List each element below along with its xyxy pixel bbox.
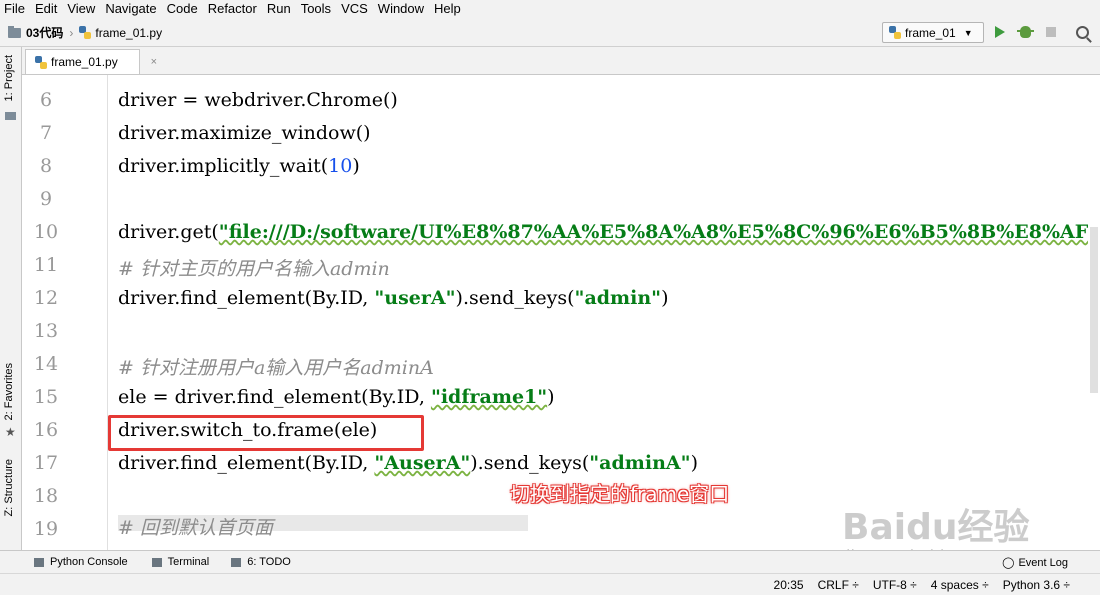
project-icon <box>5 112 16 120</box>
menu-run[interactable]: Run <box>262 0 296 18</box>
debug-button[interactable] <box>1016 24 1034 40</box>
breadcrumb-project[interactable]: 03代码 <box>26 24 63 41</box>
interpreter[interactable]: Python 3.6 ÷ <box>1003 578 1070 592</box>
line-number: 11 <box>33 254 59 276</box>
run-config-label: frame_01 <box>905 25 956 40</box>
tool-tab-project[interactable]: 1: Project <box>3 55 15 101</box>
chevron-down-icon: ▼ <box>963 27 973 38</box>
stop-button[interactable] <box>1043 24 1059 40</box>
line-number: 16 <box>33 419 59 441</box>
python-file-icon <box>889 26 901 39</box>
code-line-14: # 针对注册用户a输入用户名adminA <box>118 357 434 379</box>
breadcrumb-separator: › <box>69 25 74 40</box>
console-icon <box>34 557 44 567</box>
line-separator[interactable]: CRLF ÷ <box>818 578 859 592</box>
annotation-label: 切换到指定的frame窗口 <box>510 482 730 506</box>
todo-label: 6: TODO <box>247 556 291 568</box>
watermark-title: Baidu经验 <box>842 507 1030 548</box>
status-bar: 20:35 CRLF ÷ UTF-8 ÷ 4 spaces ÷ Python 3… <box>0 573 1100 595</box>
code-line-15: ele = driver.find_element(By.ID, "idfram… <box>118 386 555 408</box>
code-line-10: driver.get("file:///D:/software/UI%E8%87… <box>118 221 1100 243</box>
python-file-icon <box>79 26 92 39</box>
indent-setting[interactable]: 4 spaces ÷ <box>931 578 989 592</box>
code-editor[interactable]: 6 7 8 9 10 11 12 13 14 15 16 17 18 19 driver = webdri… <box>22 75 1100 550</box>
menu-navigate[interactable]: Navigate <box>100 0 161 18</box>
line-number: 9 <box>39 188 53 210</box>
navigation-bar: 03代码 › frame_01.py frame_01 ▼ <box>0 19 1100 47</box>
code-line-19: # 回到默认首页面 <box>118 517 273 539</box>
menu-file[interactable]: File <box>0 0 30 18</box>
run-button[interactable] <box>992 24 1008 40</box>
bug-icon <box>1016 26 1034 38</box>
todo-list-icon <box>231 557 242 567</box>
folder-icon <box>8 25 21 38</box>
line-number: 14 <box>33 353 59 375</box>
close-icon[interactable]: × <box>151 56 157 68</box>
file-encoding[interactable]: UTF-8 ÷ <box>873 578 917 592</box>
tab-frame-01[interactable]: frame_01.py × <box>25 49 157 74</box>
tab-label: frame_01.py <box>51 55 118 69</box>
line-number: 10 <box>33 221 59 243</box>
code-line-7: driver.maximize_window() <box>118 122 371 144</box>
bottom-tool-tabs: Python Console Terminal 6: TODO <box>0 550 1100 573</box>
breadcrumb-file[interactable]: frame_01.py <box>95 26 162 40</box>
menu-edit[interactable]: Edit <box>30 0 62 18</box>
code-line-12: driver.find_element(By.ID, "userA").send… <box>118 287 669 309</box>
code-line-8: driver.implicitly_wait(10) <box>118 155 360 177</box>
scrollbar-thumb[interactable] <box>1090 227 1098 393</box>
stop-icon <box>1046 27 1056 37</box>
line-number: 12 <box>33 287 59 309</box>
terminal-tab[interactable]: Terminal <box>151 556 210 568</box>
star-icon: ★ <box>5 425 16 439</box>
run-config-dropdown[interactable]: frame_01 ▼ <box>882 22 984 43</box>
python-file-icon <box>35 55 47 69</box>
python-console-label: Python Console <box>50 556 128 568</box>
menu-vcs[interactable]: VCS <box>336 0 373 18</box>
menu-window[interactable]: Window <box>373 0 429 18</box>
red-highlight-box <box>108 415 424 451</box>
code-line-6: driver = webdriver.Chrome() <box>118 89 398 111</box>
vertical-scrollbar[interactable] <box>1088 75 1100 550</box>
line-number: 13 <box>33 320 59 342</box>
todo-tab[interactable]: 6: TODO <box>231 556 291 568</box>
line-number: 17 <box>33 452 59 474</box>
play-icon <box>995 26 1005 38</box>
tool-tab-structure[interactable]: Z: Structure <box>3 459 15 516</box>
event-log-icon: ◯ <box>1002 557 1015 569</box>
menu-bar: File Edit View Navigate Code Refactor Run Tools… <box>0 0 1100 18</box>
code-line-11: # 针对主页的用户名输入admin <box>118 258 390 280</box>
editor-tab-bar: frame_01.py × <box>22 47 1100 75</box>
event-log-tab[interactable]: ◯ Event Log <box>1002 556 1068 570</box>
caret-position[interactable]: 20:35 <box>774 578 804 592</box>
python-console-tab[interactable]: Python Console <box>34 556 128 568</box>
terminal-label: Terminal <box>167 556 210 568</box>
line-number: 8 <box>39 155 53 177</box>
line-number: 7 <box>39 122 53 144</box>
left-tool-strip: 1: Project 2: Favorites ★ Z: Structure <box>0 47 22 550</box>
line-number: 18 <box>33 485 59 507</box>
line-number: 15 <box>33 386 59 408</box>
tool-tab-favorites[interactable]: 2: Favorites <box>3 363 15 420</box>
menu-help[interactable]: Help <box>429 0 466 18</box>
breadcrumb: 03代码 › frame_01.py <box>0 24 162 41</box>
search-everywhere-button[interactable] <box>1074 24 1090 40</box>
menu-refactor[interactable]: Refactor <box>203 0 262 18</box>
line-number: 6 <box>39 89 53 111</box>
menu-code[interactable]: Code <box>162 0 203 18</box>
terminal-icon <box>151 557 162 567</box>
menu-tools[interactable]: Tools <box>296 0 336 18</box>
code-line-17: driver.find_element(By.ID, "AuserA").sen… <box>118 452 698 474</box>
line-number-gutter: 6 7 8 9 10 11 12 13 14 15 16 17 18 19 <box>22 75 108 550</box>
event-log-label: Event Log <box>1018 556 1068 569</box>
menu-view[interactable]: View <box>62 0 100 18</box>
line-number: 19 <box>33 518 59 540</box>
search-icon <box>1075 25 1089 39</box>
